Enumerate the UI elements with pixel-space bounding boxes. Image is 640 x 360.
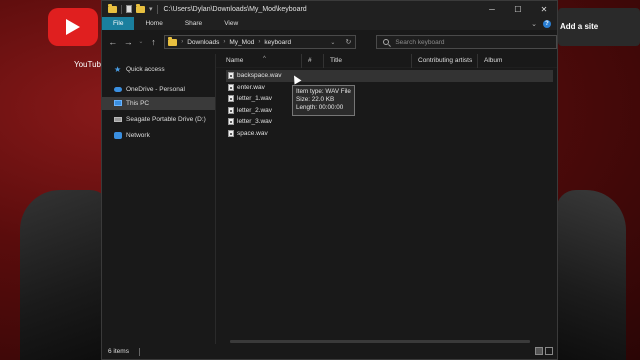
tab-home[interactable]: Home	[134, 17, 173, 30]
sidebar-item-label: OneDrive - Personal	[126, 86, 185, 93]
column-header-contributing-artists[interactable]: Contributing artists	[412, 54, 478, 68]
sidebar-item-seagate-drive[interactable]: Seagate Portable Drive (D:)	[102, 113, 215, 126]
sidebar-item-label: Network	[126, 131, 150, 139]
scrollbar-thumb[interactable]	[230, 340, 530, 343]
drive-icon	[114, 116, 122, 122]
list-item[interactable]: letter_3.wav	[226, 116, 553, 128]
sidebar-item-label: Quick access	[126, 66, 165, 73]
sidebar-item-label: Seagate Portable Drive (D:)	[126, 115, 206, 123]
file-list-pane: Name ^ # Title Contributing artists Albu…	[215, 54, 557, 345]
tooltip-length: Length: 00:00:00	[296, 104, 344, 112]
forward-arrow-icon[interactable]: →	[122, 35, 136, 49]
sidebar-item-quick-access[interactable]: ★ Quick access	[102, 63, 215, 76]
toolbar-divider	[156, 4, 158, 14]
youtube-logo-icon[interactable]	[48, 8, 98, 46]
breadcrumb-my-mod[interactable]: My_Mod	[229, 39, 254, 46]
background-image-right	[556, 190, 626, 360]
column-header-row: Name ^ # Title Contributing artists Albu…	[216, 54, 557, 68]
sidebar-item-label: This PC	[126, 99, 150, 107]
address-bar[interactable]: › Downloads › My_Mod › keyboard ⌄ ↻	[164, 35, 357, 49]
file-info-tooltip: Item type: WAV File Size: 22.0 KB Length…	[292, 85, 355, 116]
list-item[interactable]: backspace.wav	[226, 70, 553, 82]
audio-file-icon	[228, 72, 234, 80]
sidebar-item-this-pc[interactable]: This PC	[102, 96, 215, 110]
audio-file-icon	[228, 106, 234, 114]
window-controls: ─ ☐ ✕	[479, 1, 557, 17]
tooltip-item-type: Item type: WAV File	[296, 88, 351, 95]
audio-file-icon	[228, 129, 234, 137]
breadcrumb-separator[interactable]: ›	[258, 39, 260, 45]
breadcrumb-downloads[interactable]: Downloads	[187, 39, 219, 46]
navigation-pane: ★ Quick access OneDrive - Personal This …	[102, 54, 215, 345]
minimize-button[interactable]: ─	[479, 1, 505, 17]
computer-icon	[114, 100, 122, 106]
maximize-button[interactable]: ☐	[505, 1, 531, 17]
sort-ascending-icon: ^	[263, 56, 266, 62]
youtube-shortcut-label[interactable]: YouTub	[74, 60, 101, 69]
file-name: letter_3.wav	[237, 118, 273, 126]
toolbar-divider	[121, 4, 122, 14]
list-item[interactable]: space.wav	[226, 128, 553, 140]
quick-access-toolbar: ▾	[102, 3, 158, 14]
cloud-icon	[114, 87, 122, 92]
up-arrow-icon[interactable]: ↑	[147, 35, 161, 49]
navigation-bar: ← → ⌄ ↑ › Downloads › My_Mod › keyboard …	[102, 30, 557, 54]
title-bar[interactable]: ▾ C:\Users\Dylan\Downloads\My_Mod\keyboa…	[102, 1, 557, 17]
help-icon[interactable]: ?	[543, 19, 551, 28]
back-arrow-icon[interactable]: ←	[106, 35, 120, 49]
customize-toolbar-icon[interactable]: ▾	[149, 5, 153, 13]
tab-share[interactable]: Share	[174, 17, 213, 30]
new-folder-icon[interactable]	[136, 3, 145, 13]
tooltip-size: Size: 22.0 KB	[296, 96, 335, 104]
file-name: letter_1.wav	[237, 95, 273, 103]
file-name: letter_2.wav	[237, 106, 273, 114]
file-explorer-window: ▾ C:\Users\Dylan\Downloads\My_Mod\keyboa…	[101, 0, 558, 360]
window-title: C:\Users\Dylan\Downloads\My_Mod\keyboard	[163, 5, 307, 13]
list-item[interactable]: enter.wav	[226, 82, 553, 94]
properties-icon[interactable]	[126, 5, 132, 13]
audio-file-icon	[228, 118, 234, 126]
file-name: backspace.wav	[237, 72, 282, 80]
details-view-icon[interactable]	[535, 347, 543, 355]
main-area: ★ Quick access OneDrive - Personal This …	[102, 54, 557, 345]
list-item[interactable]: letter_2.wav	[226, 105, 553, 117]
search-placeholder: Search keyboard	[395, 38, 445, 46]
sidebar-item-network[interactable]: Network	[102, 129, 215, 142]
ribbon-tabs: File Home Share View ⌄ ?	[102, 17, 557, 30]
refresh-icon[interactable]: ↻	[345, 38, 351, 46]
folder-icon	[108, 3, 117, 13]
tab-view[interactable]: View	[213, 17, 249, 30]
search-input[interactable]: Search keyboard	[376, 35, 557, 49]
sidebar-item-onedrive[interactable]: OneDrive - Personal	[102, 83, 215, 96]
expand-ribbon-icon[interactable]: ⌄	[531, 20, 537, 28]
item-count: 6 items	[108, 348, 129, 355]
breadcrumb-keyboard[interactable]: keyboard	[264, 39, 291, 46]
network-icon	[114, 131, 122, 139]
column-header-album[interactable]: Album	[478, 54, 558, 68]
status-divider	[138, 347, 140, 356]
background-image-left	[20, 190, 110, 360]
status-bar: 6 items	[102, 344, 557, 359]
add-site-label[interactable]: Add a site	[560, 22, 598, 31]
breadcrumb-separator[interactable]: ›	[223, 39, 225, 45]
list-item[interactable]: letter_1.wav	[226, 93, 553, 105]
tab-file[interactable]: File	[102, 17, 135, 30]
search-icon	[383, 39, 390, 45]
close-button[interactable]: ✕	[531, 1, 557, 17]
file-name: enter.wav	[237, 83, 265, 91]
audio-file-icon	[228, 83, 234, 91]
star-icon: ★	[114, 65, 122, 74]
breadcrumb-separator[interactable]: ›	[181, 39, 183, 45]
address-dropdown-icon[interactable]: ⌄	[330, 39, 335, 46]
file-list: backspace.wav enter.wav letter_1.wav let…	[226, 70, 553, 139]
large-icons-view-icon[interactable]	[545, 347, 553, 355]
audio-file-icon	[228, 95, 234, 103]
column-header-name[interactable]: Name ^	[220, 54, 302, 68]
column-header-number[interactable]: #	[302, 54, 324, 68]
folder-icon	[168, 36, 178, 46]
file-name: space.wav	[237, 129, 268, 137]
recent-locations-icon[interactable]: ⌄	[137, 35, 145, 49]
column-header-title[interactable]: Title	[324, 54, 412, 68]
